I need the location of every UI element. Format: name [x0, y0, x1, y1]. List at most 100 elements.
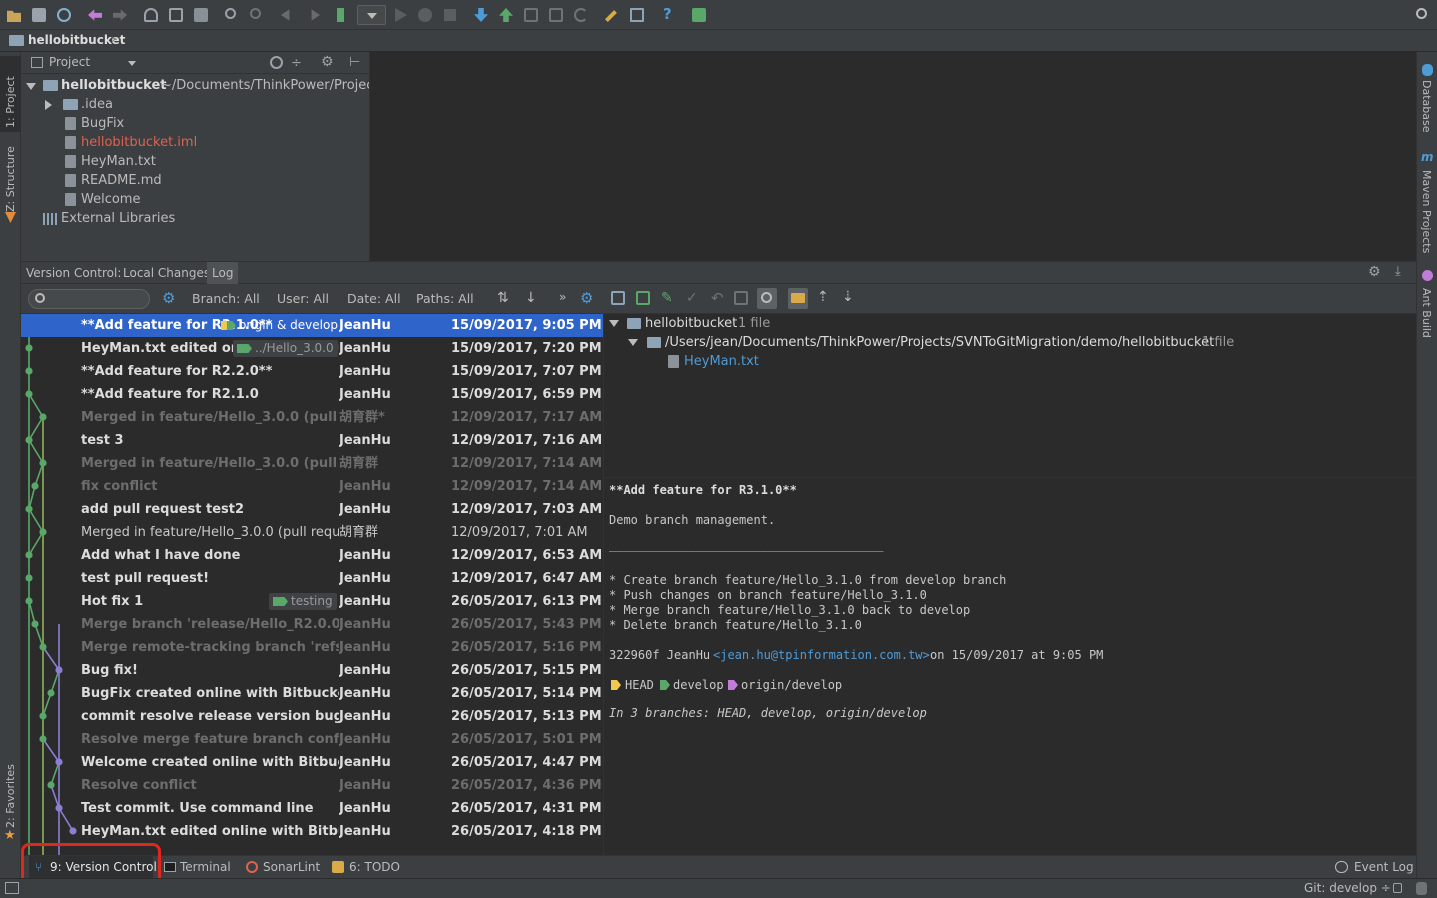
lock-icon[interactable]	[1393, 883, 1402, 893]
run-icon[interactable]	[390, 5, 410, 25]
paths-filter[interactable]: Paths: All	[416, 291, 474, 306]
hide-panel-icon[interactable]: ⊢	[349, 55, 360, 70]
more-icon[interactable]: »	[559, 290, 566, 304]
inspector-icon[interactable]	[1416, 882, 1427, 895]
revert-icon[interactable]: ↶	[711, 289, 724, 307]
table-row[interactable]: test 3 JeanHu 12/09/2017, 7:16 AM	[21, 429, 603, 452]
replace-icon[interactable]	[247, 5, 267, 25]
graph-options-icon[interactable]: ⇅	[497, 290, 509, 306]
run-config-dropdown[interactable]	[357, 5, 386, 25]
edit-source-icon[interactable]: ✎	[661, 290, 673, 306]
expand-arrow-icon[interactable]	[26, 83, 36, 90]
sync-icon[interactable]	[54, 5, 74, 25]
table-row[interactable]: test pull request! JeanHu 12/09/2017, 6:47…	[21, 567, 603, 590]
table-row[interactable]: Merge remote-tracking branch 'refs/remot…	[21, 636, 603, 659]
collapse-all-icon[interactable]: ⇣	[842, 289, 854, 305]
table-row[interactable]: Merge branch 'release/Hello_R2.0.0' JeanH…	[21, 613, 603, 636]
toggle-tool-windows-icon[interactable]	[5, 882, 19, 894]
forward-icon[interactable]	[303, 5, 323, 25]
log-settings-icon[interactable]: ⚙	[580, 289, 593, 307]
regex-settings-icon[interactable]: ⚙	[162, 289, 175, 307]
table-row[interactable]: **Add feature for R3.1.0** origin & devel…	[21, 314, 603, 337]
git-branch-widget[interactable]: Git: develop ÷	[1304, 881, 1391, 895]
vcs-revert-icon[interactable]	[571, 5, 591, 25]
table-row[interactable]: Resolve conflict JeanHu 26/05/2017, 4:36 P…	[21, 774, 603, 797]
settings-wrench-icon[interactable]	[602, 5, 622, 25]
find-icon[interactable]	[222, 5, 242, 25]
expand-arrow-icon[interactable]	[628, 339, 638, 346]
log-search-input[interactable]	[28, 289, 150, 309]
stop-icon[interactable]	[440, 5, 460, 25]
tool-tab-structure[interactable]: Z: Structure	[0, 142, 21, 214]
branch-filter[interactable]: Branch: All	[192, 291, 260, 306]
table-row[interactable]: Test commit. Use command line JeanHu 26/05…	[21, 797, 603, 820]
tool-tab-maven-projects[interactable]: Maven Projects	[1417, 166, 1437, 256]
search-everywhere-icon[interactable]	[1413, 5, 1433, 25]
group-by-directory-toggle[interactable]	[788, 288, 808, 309]
tool-tab-favorites[interactable]: 2: Favorites	[0, 752, 21, 832]
changed-file[interactable]: HeyMan.txt	[604, 352, 1417, 371]
vcs-push-icon[interactable]	[521, 5, 541, 25]
table-row[interactable]: Hot fix 1 testing JeanHu 26/05/2017, 6:13 P…	[21, 590, 603, 613]
back-icon[interactable]	[278, 5, 298, 25]
commit-details-icon[interactable]	[636, 291, 650, 305]
tool-tab-database[interactable]: Database	[1417, 76, 1437, 136]
table-row[interactable]: add pull request test2 JeanHu 12/09/2017, …	[21, 498, 603, 521]
gear-icon[interactable]: ⚙	[321, 54, 334, 70]
tab-log[interactable]: Log	[207, 262, 239, 284]
commit-email-link[interactable]: <jean.hu@tpinformation.com.tw>	[713, 648, 930, 662]
changes-root[interactable]: hellobitbucket 1 file	[604, 314, 1417, 333]
cut-icon[interactable]	[141, 5, 161, 25]
show-diff-icon[interactable]	[611, 291, 625, 305]
vcs-history-icon[interactable]	[546, 5, 566, 25]
build-icon[interactable]	[334, 5, 354, 25]
table-row[interactable]: **Add feature for R2.2.0** JeanHu 15/09/20…	[21, 360, 603, 383]
vcs-commit-icon[interactable]	[496, 5, 516, 25]
table-row[interactable]: **Add feature for R2.1.0 JeanHu 15/09/2017…	[21, 383, 603, 406]
hide-window-icon[interactable]: ⤓	[1395, 264, 1401, 279]
expand-arrow-icon[interactable]	[45, 100, 52, 110]
table-row[interactable]: Welcome created online with BitbucketJea…	[21, 751, 603, 774]
table-row[interactable]: Merged in feature/Hello_3.0.0 (pull requ…	[21, 406, 603, 429]
table-row[interactable]: HeyMan.txt edited online with Bitbucket.…	[21, 337, 603, 360]
table-row[interactable]: Bug fix! JeanHu 26/05/2017, 5:15 PM	[21, 659, 603, 682]
vcs-update-icon[interactable]	[471, 5, 491, 25]
undo-icon[interactable]	[85, 5, 105, 25]
table-row[interactable]: Add what I have done JeanHu 12/09/2017, 6:…	[21, 544, 603, 567]
redo-icon[interactable]	[110, 5, 130, 25]
sort-down-icon[interactable]: ↓	[525, 290, 537, 306]
tab-local-changes[interactable]: Local Changes	[118, 262, 215, 284]
jetbrains-toolbox-icon[interactable]	[689, 5, 709, 25]
table-row[interactable]: Merged in feature/Hello_3.0.0 (pull requ…	[21, 452, 603, 475]
chevron-down-icon[interactable]	[128, 61, 136, 66]
tool-tab-project[interactable]: 1: Project	[0, 56, 21, 132]
user-filter[interactable]: User: All	[277, 291, 329, 306]
table-row[interactable]: HeyMan.txt edited online with BitbucketJ…	[21, 820, 603, 843]
table-row[interactable]: Resolve merge feature branch conflict Jea…	[21, 728, 603, 751]
tree-root[interactable]: hellobitbucket ~/Documents/ThinkPower/Pr…	[21, 76, 379, 95]
debug-icon[interactable]	[415, 5, 435, 25]
navigation-bar: hellobitbucket ›	[0, 30, 1437, 52]
table-row[interactable]: fix conflict JeanHu 12/09/2017, 7:14 AM	[21, 475, 603, 498]
table-row[interactable]: commit resolve release version bug JeanHu…	[21, 705, 603, 728]
date-filter[interactable]: Date: All	[347, 291, 401, 306]
gear-icon[interactable]: ⚙	[1368, 264, 1381, 280]
scroll-from-source-icon[interactable]	[270, 56, 283, 69]
paste-icon[interactable]	[191, 5, 211, 25]
project-structure-icon[interactable]	[627, 5, 647, 25]
cherry-pick-icon[interactable]: ✓	[686, 290, 698, 306]
expand-all-icon[interactable]: ⇡	[817, 289, 829, 305]
compare-icon[interactable]	[734, 291, 748, 305]
project-view-selector[interactable]: Project	[49, 55, 90, 69]
changes-directory[interactable]: /Users/jean/Documents/ThinkPower/Project…	[604, 333, 1417, 352]
help-icon[interactable]: ?	[658, 5, 678, 25]
open-icon[interactable]	[4, 5, 24, 25]
table-row[interactable]: Merged in feature/Hello_3.0.0 (pull requ…	[21, 521, 603, 544]
preview-diff-toggle[interactable]	[757, 288, 777, 309]
table-row[interactable]: BugFix created online with Bitbucket Jean…	[21, 682, 603, 705]
tool-tab-ant-build[interactable]: Ant Build	[1417, 284, 1437, 344]
collapse-all-icon[interactable]: ÷	[291, 56, 302, 71]
copy-icon[interactable]	[166, 5, 186, 25]
expand-arrow-icon[interactable]	[609, 320, 619, 327]
save-icon[interactable]	[29, 5, 49, 25]
